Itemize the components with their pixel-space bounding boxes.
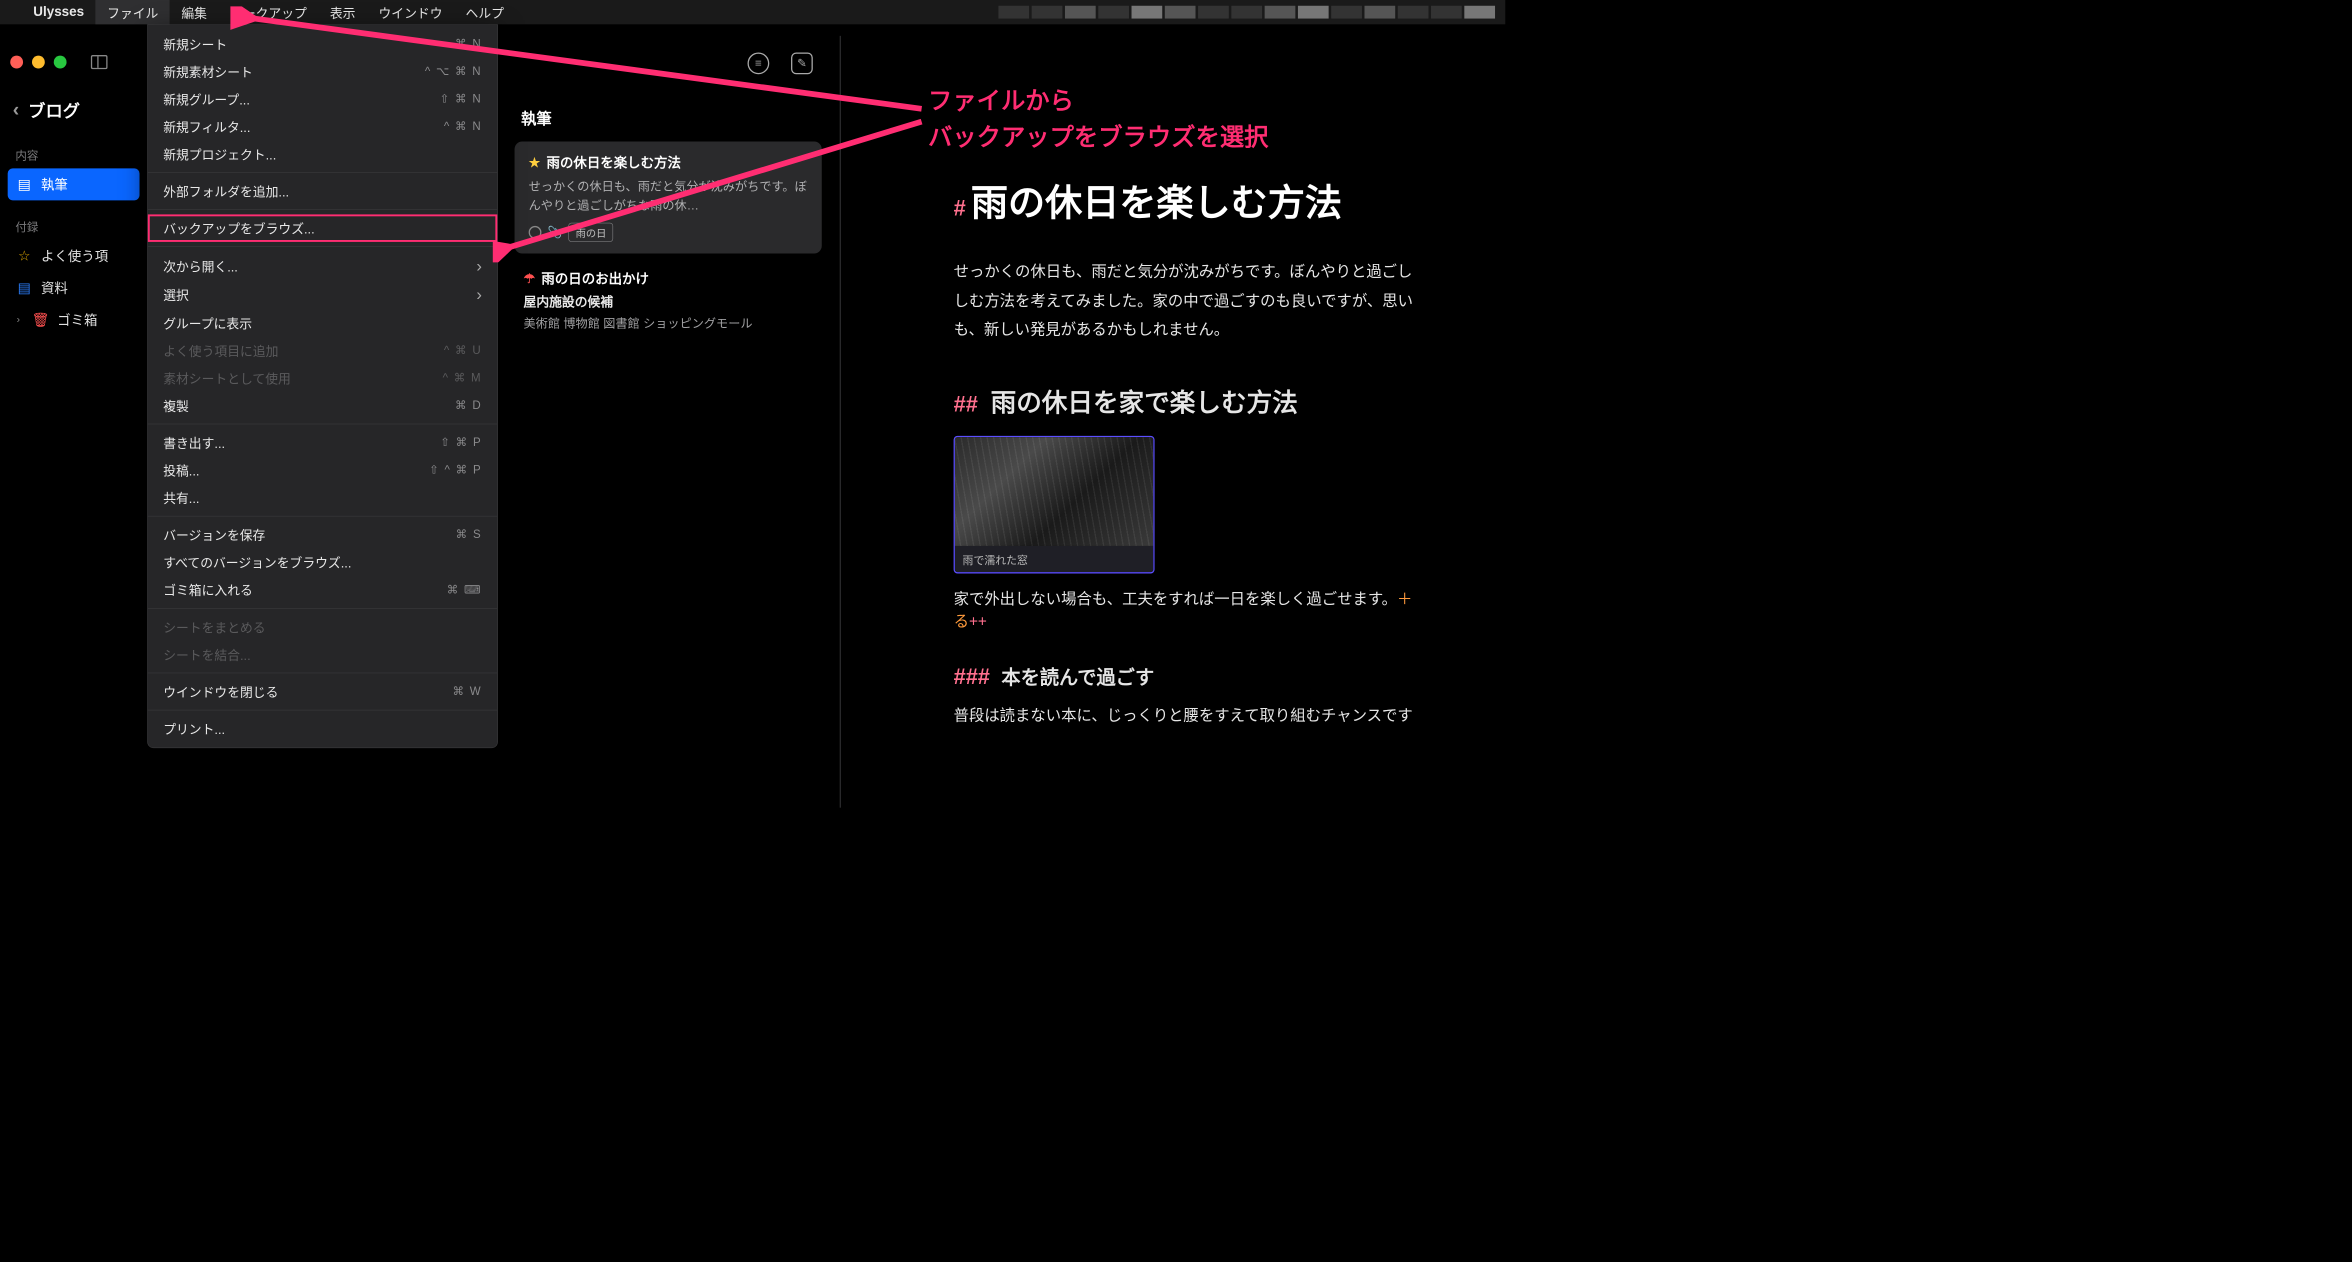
menu-item-label: 選択 [163, 285, 189, 304]
markdown-prefix-icon: # [954, 196, 966, 221]
menu-item[interactable]: グループに表示 [148, 309, 497, 337]
sidebar-item-label: よく使う項 [41, 246, 108, 265]
menu-item-label: バージョンを保存 [163, 525, 265, 544]
trash-icon: 🗑 [33, 312, 48, 327]
document-icon: ▤ [17, 177, 32, 192]
menu-item[interactable]: プリント... [148, 715, 497, 743]
menu-item-shortcut: ⌘ ⌨ [447, 583, 482, 596]
disclosure-triangle-icon[interactable]: › [17, 314, 20, 326]
sidebar-item-trash[interactable]: › 🗑 ゴミ箱 [8, 304, 140, 336]
menu-item-label: 複製 [163, 396, 189, 415]
menu-item: よく使う項目に追加 ^ ⌘ U [148, 337, 497, 365]
markdown-prefix-icon: ### [954, 665, 990, 690]
star-icon: ☆ [17, 248, 32, 263]
minimize-window-button[interactable] [32, 56, 45, 69]
menu-item[interactable]: バージョンを保存 ⌘ S [148, 521, 497, 549]
editor-paragraph: 家で外出しない場合も、工夫をすれば一日を楽しく過ごせます。＋ る++ [954, 586, 1506, 631]
menu-item[interactable]: ゴミ箱に入れる ⌘ ⌨ [148, 576, 497, 604]
menu-item-label: シートをまとめる [163, 618, 265, 637]
menu-item[interactable]: 次から開く... [148, 252, 497, 281]
menu-item: シートをまとめる [148, 613, 497, 641]
menu-item-label: バックアップをブラウズ... [163, 219, 314, 238]
sheet-entry-title: 雨の日のお出かけ [541, 269, 649, 288]
sidebar-item-writing[interactable]: ▤ 執筆 [8, 168, 140, 200]
menu-item-shortcut: ^ ⌘ U [444, 344, 482, 357]
menu-item[interactable]: ウインドウを閉じる ⌘ W [148, 678, 497, 706]
menu-item-label: すべてのバージョンをブラウズ... [163, 553, 351, 572]
sidebar-item-favorites[interactable]: ☆ よく使う項 [8, 240, 140, 272]
sheet-entry-subtitle: 屋内施設の候補 [524, 292, 813, 311]
menu-item-shortcut: ⌘ W [452, 685, 481, 698]
menu-item[interactable]: バックアップをブラウズ... [148, 214, 497, 242]
menu-item-label: グループに表示 [163, 314, 252, 333]
menu-item-shortcut: ⌘ D [455, 399, 482, 412]
menu-item-label: 共有... [163, 488, 199, 507]
menu-item[interactable]: すべてのバージョンをブラウズ... [148, 548, 497, 576]
sidebar-item-label: 資料 [41, 278, 68, 297]
menu-item-label: プリント... [163, 719, 225, 738]
image-caption: 雨で濡れた窓 [955, 546, 1153, 572]
menu-item-shortcut: ⇧ ^ ⌘ P [429, 463, 482, 476]
menu-item: 素材シートとして使用 ^ ⌘ M [148, 364, 497, 392]
close-window-button[interactable] [10, 56, 23, 69]
sidebar-section-content: 内容 [8, 141, 140, 168]
sidebar-item-label: ゴミ箱 [57, 310, 97, 329]
editor-h1: #雨の休日を楽しむ方法 [954, 173, 1506, 227]
menu-item-shortcut: ⌘ S [456, 528, 482, 541]
markdown-prefix-icon: ## [954, 392, 978, 417]
menu-item[interactable]: 新規プロジェクト... [148, 140, 497, 168]
image-placeholder [955, 437, 1153, 546]
menu-item-label: 新規プロジェクト... [163, 145, 276, 164]
sidebar-item-label: 執筆 [41, 175, 68, 194]
sidebar-toggle-icon[interactable] [91, 55, 108, 69]
sidebar-item-materials[interactable]: ▤ 資料 [8, 272, 140, 304]
menu-item-label: 書き出す... [163, 433, 225, 452]
menu-item[interactable]: 共有... [148, 484, 497, 512]
menu-item-label: 新規シート [163, 35, 227, 54]
menu-item-label: 外部フォルダを追加... [163, 182, 289, 201]
menu-item: シートを結合... [148, 641, 497, 669]
sidebar-back-label: ブログ [28, 97, 80, 122]
menubar-app[interactable]: Ulysses [22, 0, 96, 24]
editor-image[interactable]: 雨で濡れた窓 [954, 436, 1155, 574]
document-icon: ▤ [17, 280, 32, 295]
window-controls [10, 55, 107, 69]
sheet-entry-body: 美術館 博物館 図書館 ショッピングモール [524, 314, 813, 331]
menu-item-label: よく使う項目に追加 [163, 341, 278, 360]
menubar-file[interactable]: ファイル [96, 0, 170, 24]
sidebar-back[interactable]: ‹ ブログ [13, 97, 135, 122]
sheet-entry[interactable]: ☂ 雨の日のお出かけ 屋内施設の候補 美術館 博物館 図書館 ショッピングモール [506, 269, 831, 347]
menu-item-label: 素材シートとして使用 [163, 369, 291, 388]
sidebar-section-appendix: 付録 [8, 213, 140, 240]
menu-item-shortcut: ^ ⌘ M [443, 371, 482, 384]
annotation-text: ファイルから バックアップをブラウズを選択 [928, 83, 1268, 156]
editor-h3: ###本を読んで過ごす [954, 662, 1506, 690]
menu-item[interactable]: 書き出す... ⇧ ⌘ P [148, 429, 497, 457]
menu-item-label: 次から開く... [163, 257, 238, 276]
chevron-left-icon: ‹ [13, 99, 19, 121]
editor-pane[interactable]: #雨の休日を楽しむ方法 せっかくの休日も、雨だと気分が沈みがちです。ぼんやりと過… [954, 173, 1506, 725]
file-menu-dropdown: 新規シート⌘ N新規素材シート^ ⌥ ⌘ N新規グループ...⇧ ⌘ N新規フィ… [147, 24, 498, 748]
menu-item[interactable]: 選択 [148, 280, 497, 309]
menu-item[interactable]: 投稿... ⇧ ^ ⌘ P [148, 456, 497, 484]
menu-item[interactable]: 複製 ⌘ D [148, 392, 497, 420]
menu-item-label: ウインドウを閉じる [163, 682, 278, 701]
annotation-arrow-icon [493, 109, 941, 263]
menu-item-label: シートを結合... [163, 645, 250, 664]
menu-item[interactable]: 外部フォルダを追加... [148, 177, 497, 205]
zoom-window-button[interactable] [54, 56, 67, 69]
menu-item-label: 投稿... [163, 461, 199, 480]
editor-paragraph: せっかくの休日も、雨だと気分が沈みがちです。ぼんやりと過ごし しむ方法を考えてみ… [954, 257, 1506, 345]
menu-item-label: ゴミ箱に入れる [163, 580, 253, 599]
menubar-edit[interactable]: 編集 [170, 0, 219, 24]
menubar-tray [998, 6, 1495, 19]
editor-paragraph: 普段は読まない本に、じっくりと腰をすえて取り組むチャンスです [954, 703, 1506, 725]
menu-item-shortcut: ⇧ ⌘ P [440, 436, 482, 449]
umbrella-icon: ☂ [524, 270, 535, 286]
editor-h2: ##雨の休日を家で楽しむ方法 [954, 382, 1506, 419]
sidebar: ‹ ブログ 内容 ▤ 執筆 付録 ☆ よく使う項 ▤ 資料 › 🗑 ゴミ箱 [0, 83, 147, 336]
